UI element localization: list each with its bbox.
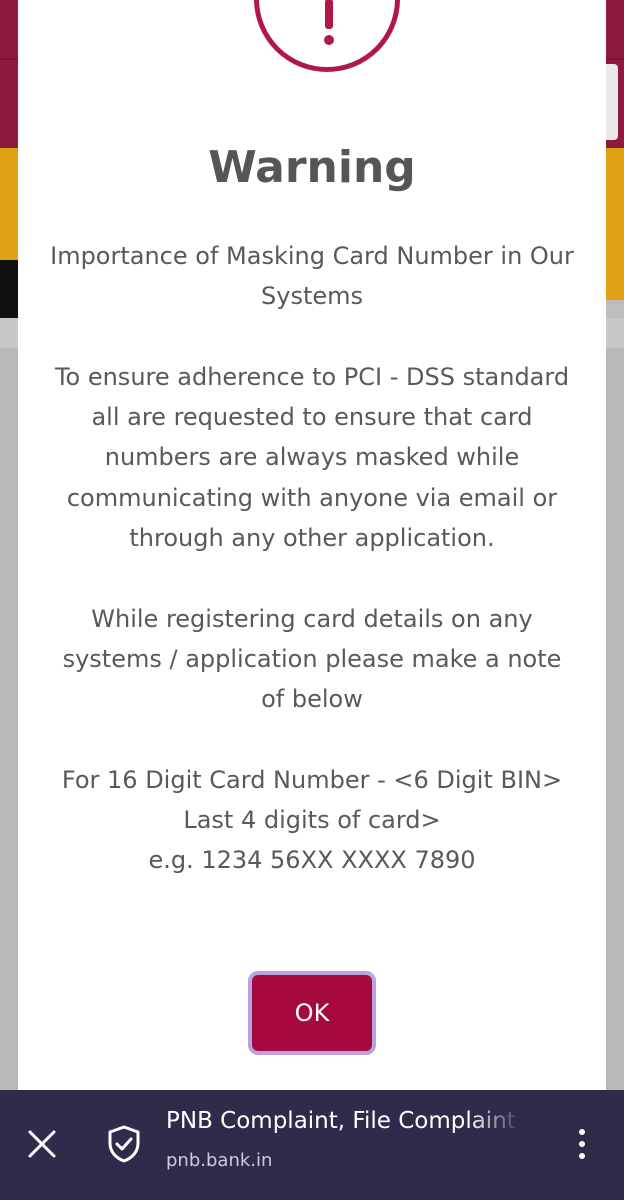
dialog-paragraph-registering: While registering card details on any sy… — [62, 604, 562, 714]
more-options-icon[interactable] — [572, 1126, 592, 1162]
page-url: pnb.bank.in — [166, 1150, 273, 1171]
dialog-title: Warning — [208, 142, 416, 193]
shield-check-icon[interactable] — [106, 1124, 142, 1164]
warning-icon — [254, 0, 400, 72]
dialog-paragraph-pci: To ensure adherence to PCI - DSS standar… — [54, 362, 570, 553]
background-dark-strip: ह — [0, 260, 18, 554]
page-title: PNB Complaint, File Complaint — [166, 1108, 516, 1134]
warning-dialog: Warning Importance of Masking Card Numbe… — [18, 0, 606, 1090]
ok-button[interactable]: OK — [248, 971, 376, 1055]
warning-icon-exclamation-line — [325, 0, 333, 29]
screen: स ह Warning Importance of Masking Card N… — [0, 0, 624, 1200]
warning-icon-exclamation-dot — [324, 35, 334, 45]
dialog-paragraph-heading: Importance of Masking Card Number in Our… — [50, 242, 574, 311]
dialog-card-format-line: For 16 Digit Card Number - <6 Digit BIN>… — [61, 765, 563, 835]
browser-bottom-bar — [0, 1090, 624, 1200]
dialog-body: Importance of Masking Card Number in Our… — [48, 236, 576, 881]
close-icon[interactable] — [24, 1126, 60, 1162]
dialog-card-example-line: e.g. 1234 56XX XXXX 7890 — [148, 846, 476, 875]
